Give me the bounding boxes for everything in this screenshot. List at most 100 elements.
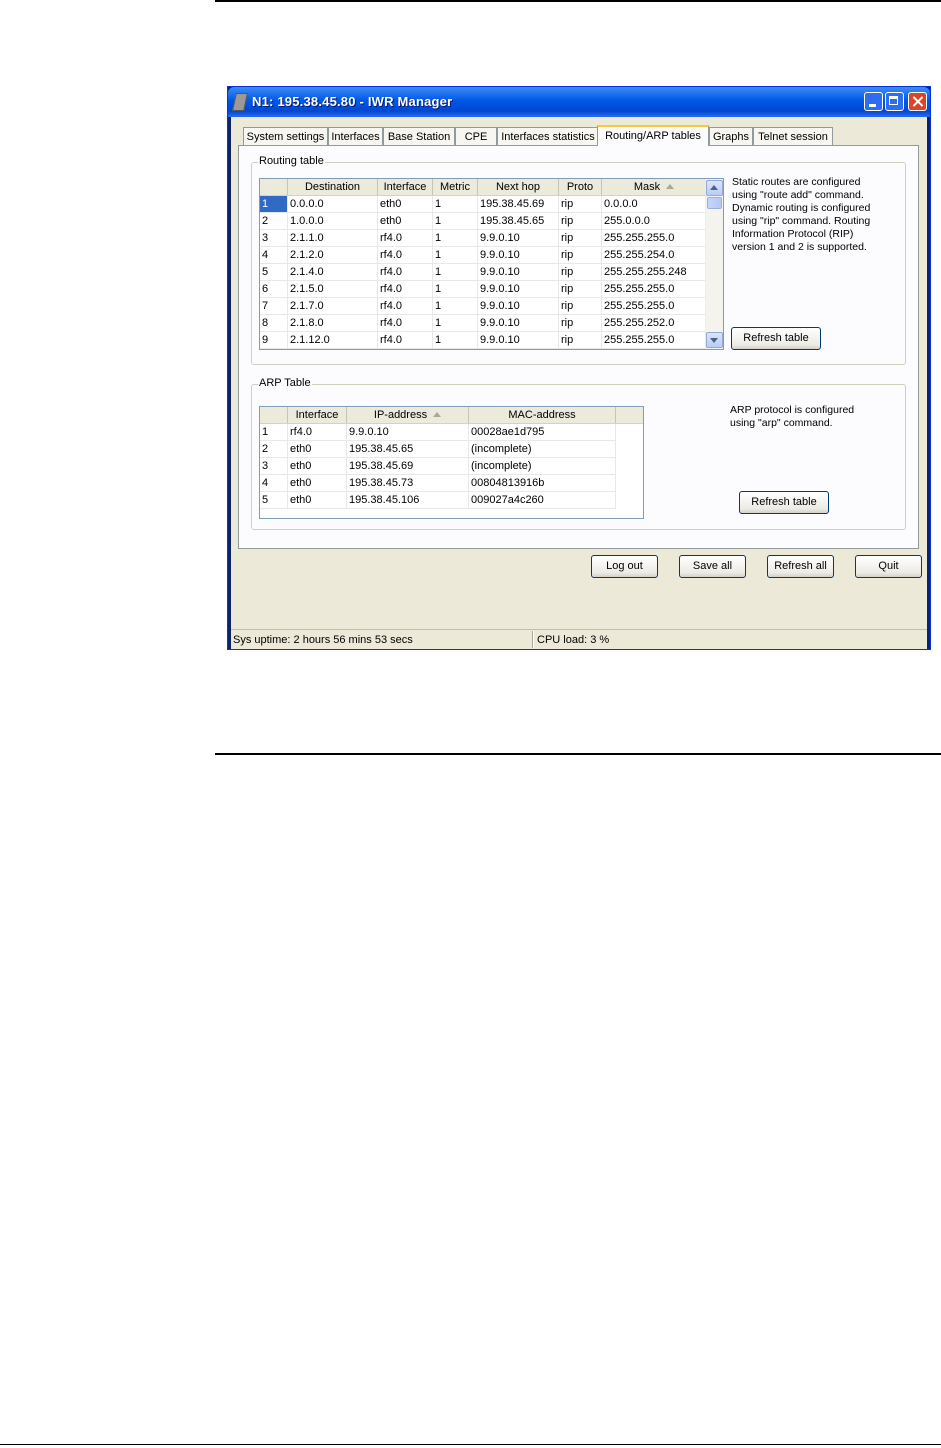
logout-button[interactable]: Log out (591, 555, 658, 578)
tab-base-station[interactable]: Base Station (383, 127, 455, 145)
tab-cpe[interactable]: CPE (455, 127, 497, 145)
routing-cell[interactable]: 255.255.255.0 (602, 298, 707, 314)
arp-cell[interactable]: 3 (260, 458, 288, 474)
arp-cell[interactable]: (incomplete) (469, 458, 616, 474)
tab-interfaces-statistics[interactable]: Interfaces statistics (497, 127, 599, 145)
arp-cell[interactable]: (incomplete) (469, 441, 616, 457)
routing-refresh-button[interactable]: Refresh table (731, 327, 821, 350)
arp-cell[interactable]: 00028ae1d795 (469, 424, 616, 440)
routing-cell[interactable]: 0.0.0.0 (288, 196, 378, 212)
refresh-all-button[interactable]: Refresh all (767, 555, 834, 578)
routing-row[interactable]: 7 2.1.7.0 rf4.0 1 9.9.0.10 rip 255.255.255.0 (260, 298, 707, 315)
routing-cell[interactable]: rip (559, 281, 602, 297)
routing-cell[interactable]: 2.1.1.0 (288, 230, 378, 246)
arp-cell[interactable]: 5 (260, 492, 288, 508)
arp-row[interactable]: 5 eth0 195.38.45.106 009027a4c260 (260, 492, 616, 509)
routing-cell[interactable]: rf4.0 (378, 230, 433, 246)
routing-row[interactable]: 5 2.1.4.0 rf4.0 1 9.9.0.10 rip 255.255.255.248 (260, 264, 707, 281)
routing-column-header[interactable]: Interface (378, 179, 433, 195)
routing-cell[interactable]: rf4.0 (378, 315, 433, 331)
arp-cell[interactable]: 9.9.0.10 (347, 424, 469, 440)
routing-row[interactable]: 9 2.1.12.0 rf4.0 1 9.9.0.10 rip 255.255.255.0 (260, 332, 707, 349)
routing-cell[interactable]: 1 (260, 196, 288, 212)
routing-cell[interactable]: 8 (260, 315, 288, 331)
routing-cell[interactable]: 2.1.4.0 (288, 264, 378, 280)
arp-refresh-button[interactable]: Refresh table (739, 491, 829, 514)
routing-column-header[interactable]: Next hop (478, 179, 559, 195)
scroll-thumb[interactable] (707, 197, 722, 209)
maximize-icon[interactable] (885, 92, 904, 111)
minimize-icon[interactable] (864, 92, 883, 111)
routing-cell[interactable]: 9.9.0.10 (478, 281, 559, 297)
routing-cell[interactable]: 255.255.252.0 (602, 315, 707, 331)
arp-cell[interactable]: 195.38.45.73 (347, 475, 469, 491)
routing-cell[interactable]: 9.9.0.10 (478, 332, 559, 348)
routing-column-header[interactable]: Destination (288, 179, 378, 195)
routing-cell[interactable]: rip (559, 213, 602, 229)
routing-cell[interactable]: rf4.0 (378, 281, 433, 297)
routing-cell[interactable]: 255.255.255.0 (602, 281, 707, 297)
routing-cell[interactable]: rf4.0 (378, 264, 433, 280)
arp-cell[interactable]: eth0 (288, 458, 347, 474)
routing-cell[interactable]: rip (559, 315, 602, 331)
close-icon[interactable] (908, 92, 927, 111)
arp-cell[interactable]: 1 (260, 424, 288, 440)
arp-cell[interactable]: rf4.0 (288, 424, 347, 440)
routing-cell[interactable]: rip (559, 230, 602, 246)
routing-cell[interactable]: 3 (260, 230, 288, 246)
save-all-button[interactable]: Save all (679, 555, 746, 578)
routing-column-header[interactable]: Mask (602, 179, 707, 195)
routing-row[interactable]: 1 0.0.0.0 eth0 1 195.38.45.69 rip 0.0.0.0 (260, 196, 707, 213)
routing-cell[interactable]: rip (559, 196, 602, 212)
routing-row[interactable]: 2 1.0.0.0 eth0 1 195.38.45.65 rip 255.0.0.0 (260, 213, 707, 230)
routing-row[interactable]: 6 2.1.5.0 rf4.0 1 9.9.0.10 rip 255.255.255.0 (260, 281, 707, 298)
arp-cell[interactable]: 009027a4c260 (469, 492, 616, 508)
routing-cell[interactable]: 7 (260, 298, 288, 314)
arp-row[interactable]: 3 eth0 195.38.45.69 (incomplete) (260, 458, 616, 475)
arp-cell[interactable]: 4 (260, 475, 288, 491)
arp-cell[interactable]: 195.38.45.65 (347, 441, 469, 457)
routing-cell[interactable]: 2 (260, 213, 288, 229)
arp-column-header[interactable] (260, 407, 288, 423)
routing-cell[interactable]: 195.38.45.69 (478, 196, 559, 212)
routing-cell[interactable]: 255.0.0.0 (602, 213, 707, 229)
routing-cell[interactable]: rip (559, 298, 602, 314)
routing-cell[interactable]: 1 (433, 281, 478, 297)
routing-cell[interactable]: eth0 (378, 213, 433, 229)
routing-cell[interactable]: 1 (433, 213, 478, 229)
routing-cell[interactable]: 1 (433, 230, 478, 246)
routing-cell[interactable]: 9.9.0.10 (478, 247, 559, 263)
routing-cell[interactable]: rip (559, 264, 602, 280)
routing-cell[interactable]: 1 (433, 196, 478, 212)
routing-cell[interactable]: 2.1.2.0 (288, 247, 378, 263)
routing-grid[interactable]: Destination Interface Metric Next hop Proto M… (259, 178, 724, 350)
tab-graphs[interactable]: Graphs (709, 127, 753, 145)
routing-cell[interactable]: 1 (433, 298, 478, 314)
arp-cell[interactable]: eth0 (288, 441, 347, 457)
routing-cell[interactable]: 9.9.0.10 (478, 298, 559, 314)
arp-cell[interactable]: 2 (260, 441, 288, 457)
routing-cell[interactable]: 9.9.0.10 (478, 230, 559, 246)
routing-cell[interactable]: eth0 (378, 196, 433, 212)
routing-column-header[interactable]: Metric (433, 179, 478, 195)
tab-telnet-session[interactable]: Telnet session (753, 127, 833, 145)
routing-cell[interactable]: 255.255.255.0 (602, 332, 707, 348)
routing-cell[interactable]: rf4.0 (378, 332, 433, 348)
routing-cell[interactable]: 4 (260, 247, 288, 263)
arp-cell[interactable]: eth0 (288, 475, 347, 491)
arp-column-header[interactable]: MAC-address (469, 407, 616, 423)
tab-interfaces[interactable]: Interfaces (328, 127, 383, 145)
tab-routing-arp-tables[interactable]: Routing/ARP tables (597, 125, 709, 146)
routing-cell[interactable]: 2.1.7.0 (288, 298, 378, 314)
routing-cell[interactable]: 6 (260, 281, 288, 297)
routing-cell[interactable]: 5 (260, 264, 288, 280)
routing-cell[interactable]: rf4.0 (378, 247, 433, 263)
arp-row[interactable]: 1 rf4.0 9.9.0.10 00028ae1d795 (260, 424, 616, 441)
routing-cell[interactable]: rf4.0 (378, 298, 433, 314)
routing-cell[interactable]: rip (559, 332, 602, 348)
routing-cell[interactable]: 9.9.0.10 (478, 264, 559, 280)
routing-cell[interactable]: 255.255.254.0 (602, 247, 707, 263)
routing-cell[interactable]: 255.255.255.248 (602, 264, 707, 280)
arp-grid[interactable]: Interface IP-address MAC-address 1 rf4.0 9.9… (259, 406, 644, 519)
routing-row[interactable]: 3 2.1.1.0 rf4.0 1 9.9.0.10 rip 255.255.255.0 (260, 230, 707, 247)
